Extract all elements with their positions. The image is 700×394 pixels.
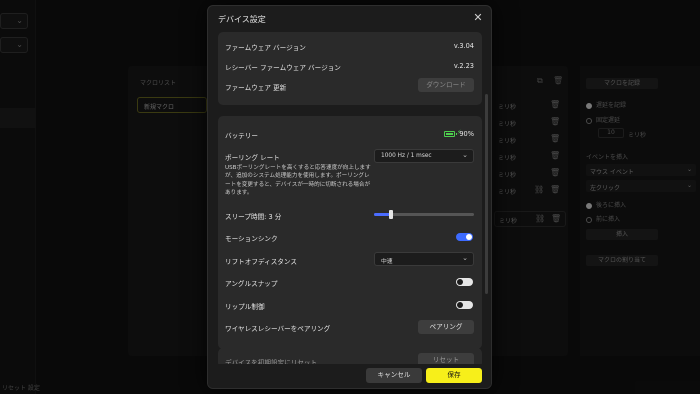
pair-receiver-label: ワイヤレスレシーバーをペアリング — [225, 325, 331, 333]
firmware-version-label: ファームウェア バージョン — [225, 44, 306, 52]
motion-sync-label: モーションシンク — [225, 235, 278, 243]
device-settings-card: バッテリー ⚡ 90% ポーリング レート 1000 Hz / 1 msec ⌄… — [218, 116, 482, 349]
scrollbar[interactable] — [485, 94, 488, 294]
angle-snap-label: アングルスナップ — [225, 280, 278, 288]
battery-label: バッテリー — [225, 132, 258, 140]
lift-off-distance-select[interactable]: 中速 ⌄ — [374, 252, 474, 266]
toggle-knob — [457, 302, 463, 308]
close-button[interactable]: ✕ — [471, 11, 485, 25]
sleep-time-slider[interactable] — [374, 210, 474, 219]
pairing-button[interactable]: ペアリング — [418, 320, 474, 334]
lift-off-distance-label: リフトオフディスタンス — [225, 258, 297, 266]
slider-thumb[interactable] — [389, 210, 393, 219]
save-button[interactable]: 保存 — [426, 368, 482, 383]
polling-rate-label: ポーリング レート — [225, 154, 280, 162]
motion-sync-toggle[interactable] — [456, 233, 473, 241]
receiver-version-value: v.2.23 — [453, 62, 474, 70]
close-icon: ✕ — [473, 11, 483, 24]
battery-value: 90% — [459, 130, 474, 138]
battery-icon — [444, 131, 457, 137]
firmware-card: ファームウェア バージョン v.3.04 レシーバー ファームウェア バージョン… — [218, 32, 482, 105]
cancel-button[interactable]: キャンセル — [366, 368, 422, 383]
angle-snap-toggle[interactable] — [456, 278, 473, 286]
ripple-control-label: リップル制御 — [225, 303, 265, 311]
dialog-title: デバイス設定 — [218, 15, 266, 24]
toggle-knob — [466, 234, 472, 240]
polling-rate-select[interactable]: 1000 Hz / 1 msec ⌄ — [374, 149, 474, 163]
ripple-control-toggle[interactable] — [456, 301, 473, 309]
device-settings-dialog: デバイス設定 ✕ ファームウェア バージョン v.3.04 レシーバー ファーム… — [207, 5, 492, 389]
receiver-version-label: レシーバー ファームウェア バージョン — [225, 64, 341, 72]
polling-rate-description: USBポーリングレートを高くすると応答速度が向上しますが、追加のシステム処理能力… — [225, 165, 371, 197]
sleep-time-label: スリープ時間: 3 分 — [225, 213, 282, 221]
chevron-down-icon: ⌄ — [462, 151, 468, 159]
toggle-knob — [457, 279, 463, 285]
firmware-version-value: v.3.04 — [453, 42, 474, 50]
chevron-down-icon: ⌄ — [462, 254, 468, 262]
dialog-footer: キャンセル 保存 — [208, 364, 491, 388]
firmware-update-label: ファームウェア 更新 — [225, 84, 287, 92]
download-button[interactable]: ダウンロード — [418, 78, 474, 92]
